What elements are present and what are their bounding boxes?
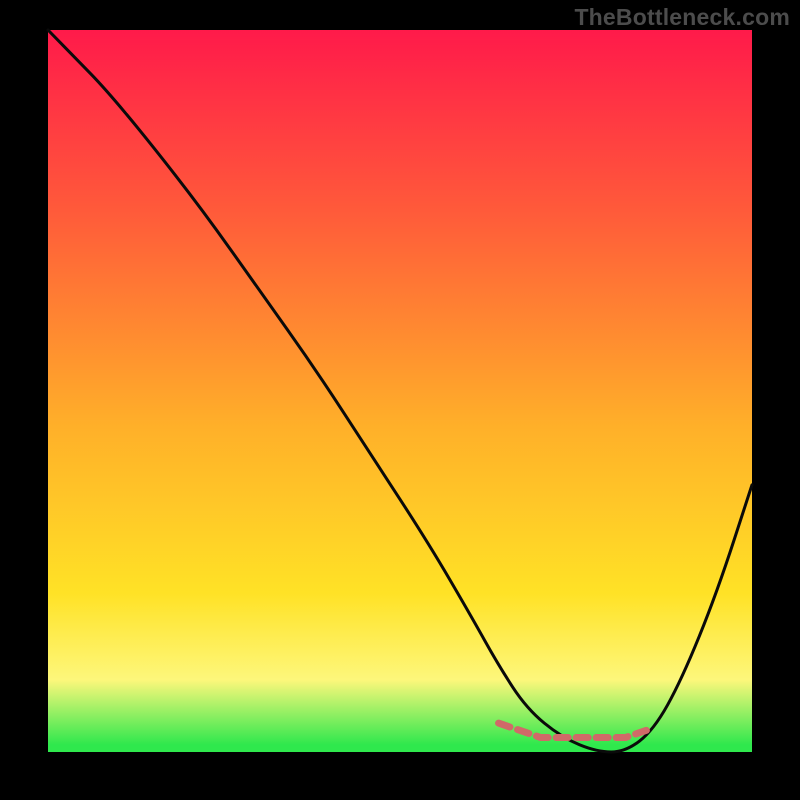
chart-frame: TheBottleneck.com <box>0 0 800 800</box>
bottleneck-curve-path <box>48 30 752 752</box>
chart-svg <box>48 30 752 752</box>
watermark-text: TheBottleneck.com <box>574 4 790 31</box>
sweet-spot-path <box>499 723 647 737</box>
plot-area <box>48 30 752 752</box>
